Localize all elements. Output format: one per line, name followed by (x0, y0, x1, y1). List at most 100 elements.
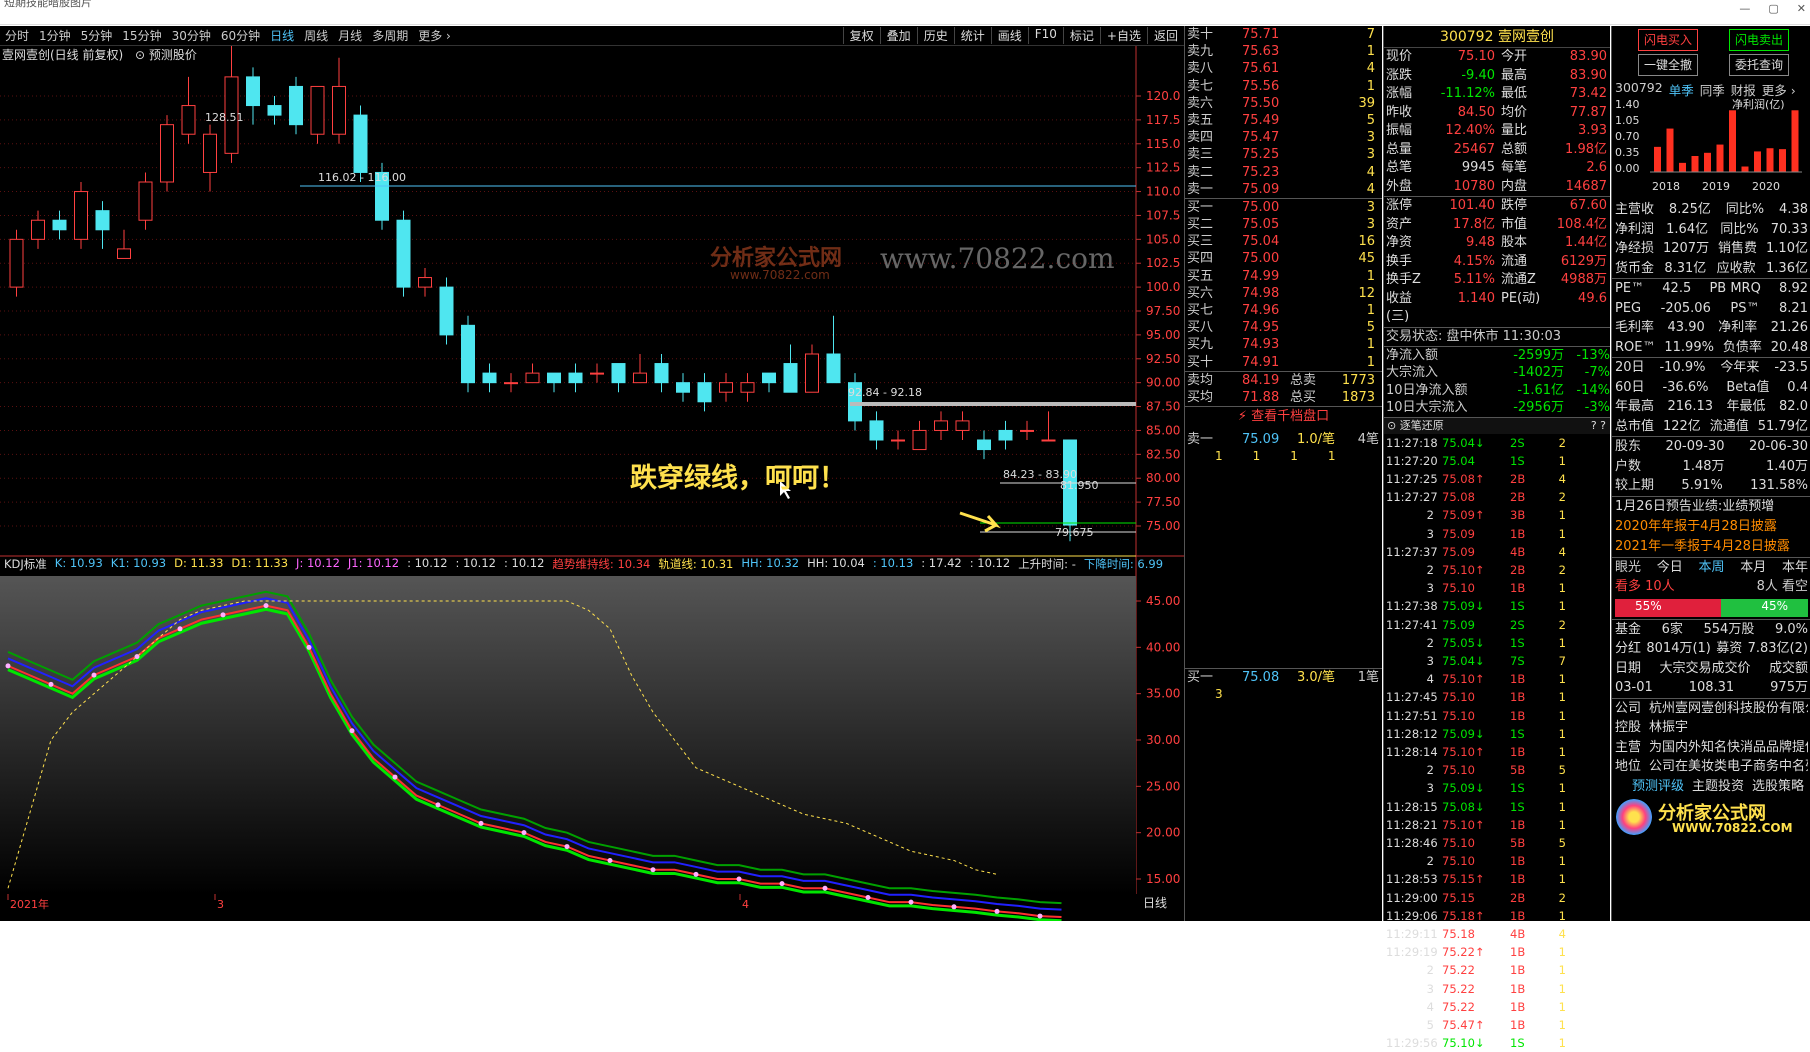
sells-row[interactable]: 卖八75.614 (1185, 60, 1382, 77)
eye-tab[interactable]: 本年 (1782, 558, 1808, 578)
view-thousand-depth-button[interactable]: ⚡ 查看千档盘口 (1185, 407, 1382, 427)
sells-row[interactable]: 卖九75.631 (1185, 43, 1382, 60)
restore-button[interactable]: ▢ (1768, 2, 1778, 15)
bottom-tab[interactable]: 预测评级 (1632, 777, 1684, 797)
flash-buy-button[interactable]: 闪电买入 (1638, 29, 1698, 51)
toolbar-btn-2[interactable]: 历史 (917, 27, 954, 44)
kdj-dot (49, 682, 54, 687)
tick-list[interactable]: 11:27:1875.04↓2S211:27:2075.041S111:27:2… (1384, 434, 1610, 1052)
tick-row: 275.09↑3B1 (1384, 506, 1610, 524)
quote-panel: 300792 壹网壹创 现价75.10今开83.90涨跌-9.40最高83.90… (1383, 26, 1610, 921)
buys-row[interactable]: 买五74.991 (1185, 268, 1382, 285)
buys-row[interactable]: 买七74.961 (1185, 302, 1382, 319)
bottom-tab[interactable]: 主题投资 (1692, 777, 1744, 797)
toolbar-btn-4[interactable]: 画线 (991, 27, 1028, 44)
period-tab-9[interactable]: 多周期 (367, 27, 413, 44)
candle-body (892, 440, 905, 441)
quote-cell: 12.40% (1424, 122, 1499, 141)
tick-row: 275.101B1 (1384, 852, 1610, 870)
toolbar-btn-0[interactable]: 复权 (843, 27, 880, 44)
candle-body (870, 421, 883, 440)
kdj-dot (995, 909, 1000, 914)
candle-body (118, 249, 131, 259)
eye-tab[interactable]: 今日 (1657, 558, 1683, 578)
candle-body (698, 383, 711, 402)
minimize-button[interactable]: — (1739, 2, 1750, 15)
buys-row[interactable]: 买二75.053 (1185, 216, 1382, 233)
notice-item[interactable]: 1月26日预告业绩:业绩预增 (1612, 497, 1810, 517)
tick-row: 275.10↑2B2 (1384, 561, 1610, 579)
kdj-dot (436, 802, 441, 807)
toolbar-btn-8[interactable]: 返回 (1147, 27, 1184, 44)
period-tab-2[interactable]: 5分钟 (76, 27, 118, 44)
flow-row: 10日净流入额-1.61亿-14% (1384, 382, 1610, 400)
toolbar-btn-7[interactable]: +自选 (1100, 27, 1147, 44)
period-tab-6[interactable]: 日线 (265, 27, 299, 44)
quote-cell: 5.11% (1424, 271, 1499, 290)
kdj-param: : 10.13 (873, 556, 913, 572)
sells-row[interactable]: 卖五75.495 (1185, 112, 1382, 129)
chart-area[interactable]: 120.0117.5115.0112.5110.0107.5105.0102.5… (0, 46, 1184, 921)
sells-row[interactable]: 卖七75.561 (1185, 78, 1382, 95)
candle-body (268, 106, 281, 116)
eye-tab[interactable]: 本月 (1740, 558, 1766, 578)
kdj-dot (565, 844, 570, 849)
kdj-dot (909, 900, 914, 905)
buys-row[interactable]: 买四75.0045 (1185, 250, 1382, 267)
predict-price-toggle[interactable]: ⊙ 预测股价 (135, 46, 197, 63)
kdj-dot (780, 881, 785, 886)
buys-row[interactable]: 买六74.9812 (1185, 285, 1382, 302)
buys-row[interactable]: 买十74.911 (1185, 354, 1382, 371)
kdj-dot (823, 886, 828, 891)
sells-row[interactable]: 卖一75.094 (1185, 181, 1382, 198)
f10-line: 日期大宗交易成交价成交额 (1612, 659, 1810, 679)
buys-row[interactable]: 买三75.0416 (1185, 233, 1382, 250)
quote-cell: 内盘 (1499, 178, 1539, 197)
candle-body (526, 373, 539, 383)
sells-row[interactable]: 卖四75.473 (1185, 129, 1382, 146)
f10-y-label: 0.00 (1615, 162, 1640, 175)
toolbar-btn-6[interactable]: 标记 (1063, 27, 1100, 44)
toolbar-btn-5[interactable]: F10 (1028, 27, 1063, 44)
period-tab-3[interactable]: 15分钟 (117, 27, 166, 44)
sells-row[interactable]: 卖二75.234 (1185, 164, 1382, 181)
buys-row[interactable]: 买一75.003 (1185, 199, 1382, 216)
price-axis-label: 117.5 (1146, 113, 1180, 127)
notice-list[interactable]: 1月26日预告业绩:业绩预增2020年年报于4月28日披露2021年一季报于4月… (1612, 497, 1810, 557)
quote-cell: 6129万 (1539, 253, 1611, 272)
kline-chart-svg[interactable]: 120.0117.5115.0112.5110.0107.5105.0102.5… (0, 46, 1184, 921)
toolbar-btn-3[interactable]: 统计 (954, 27, 991, 44)
notice-item[interactable]: 2021年一季报于4月28日披露 (1612, 537, 1810, 557)
period-tab-7[interactable]: 周线 (299, 27, 333, 44)
sells-row[interactable]: 卖十75.717 (1185, 26, 1382, 43)
period-tab-0[interactable]: 分时 (0, 27, 34, 44)
flash-sell-button[interactable]: 闪电卖出 (1729, 29, 1789, 51)
period-tab-4[interactable]: 30分钟 (167, 27, 216, 44)
period-tab-1[interactable]: 1分钟 (34, 27, 76, 44)
period-tab-5[interactable]: 60分钟 (216, 27, 265, 44)
cancel-all-button[interactable]: 一键全撤 (1638, 54, 1698, 76)
quote-cell: 资产 (1384, 216, 1424, 235)
sells-row[interactable]: 卖三75.253 (1185, 146, 1382, 163)
period-tab-8[interactable]: 月线 (333, 27, 367, 44)
toolbar-btn-1[interactable]: 叠加 (880, 27, 917, 44)
kdj-dot (350, 728, 355, 733)
price-axis-label: 75.00 (1146, 519, 1180, 533)
tick-row: 11:29:1175.184B4 (1384, 925, 1610, 943)
bottom-tab[interactable]: 选股策略 (1752, 777, 1804, 797)
order-query-button[interactable]: 委托查询 (1729, 54, 1789, 76)
close-button[interactable]: ✕ (1797, 2, 1806, 15)
quote-cell: 净资 (1384, 234, 1424, 253)
eye-tab[interactable]: 本周 (1698, 558, 1724, 578)
period-tab-10[interactable]: 更多 › (413, 27, 456, 44)
notice-item[interactable]: 2020年年报于4月28日披露 (1612, 517, 1810, 537)
buys-row[interactable]: 买八74.955 (1185, 319, 1382, 336)
ref-label-92: 92.84 - 92.18 (848, 386, 922, 399)
sells-row[interactable]: 卖六75.5039 (1185, 95, 1382, 112)
tick-row: 475.10↑1B1 (1384, 670, 1610, 688)
profit-bar (1729, 110, 1736, 172)
tick-row: 11:27:3775.094B4 (1384, 543, 1610, 561)
buys-row[interactable]: 买九74.931 (1185, 336, 1382, 353)
candle-body (96, 211, 109, 230)
quote-cell: 总量 (1384, 141, 1424, 160)
